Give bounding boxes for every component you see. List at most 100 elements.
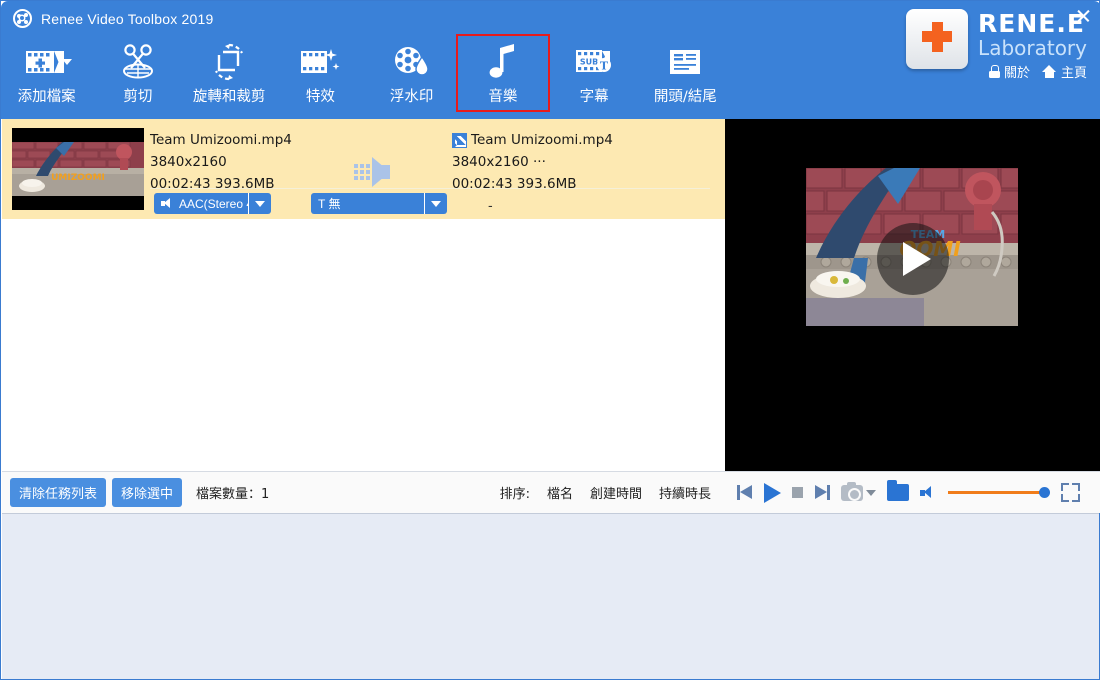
- rotate-crop-icon: [208, 41, 250, 83]
- file-count-label: 檔案數量：: [196, 487, 262, 502]
- clear-task-list-button[interactable]: 清除任務列表: [10, 478, 107, 507]
- subtitle-track-label: T 無: [318, 197, 341, 211]
- watermark-icon: [392, 41, 432, 83]
- table-row[interactable]: UMIZOOMI Team Umizoomi.mp4 3840x2160 00:…: [2, 119, 725, 219]
- play-button[interactable]: [764, 482, 781, 503]
- file-count: 檔案數量：1: [196, 483, 269, 502]
- play-icon: [902, 242, 931, 276]
- chevron-down-icon[interactable]: [62, 59, 73, 65]
- toolbar-label: 旋轉和裁剪: [192, 89, 266, 105]
- subtitle-track-dropdown[interactable]: T 無: [311, 193, 447, 214]
- fullscreen-button[interactable]: [1061, 483, 1080, 502]
- source-duration-size: 00:02:43 393.6MB: [150, 176, 275, 192]
- sort-label: 排序:: [499, 487, 530, 502]
- sort-by-filename[interactable]: 檔名: [547, 483, 573, 502]
- audio-track-label: AAC(Stereo 4: [179, 196, 249, 211]
- toolbar-label: 開頭/結尾: [653, 89, 717, 105]
- lock-icon: [988, 65, 1000, 78]
- effects-icon: [298, 41, 342, 83]
- toolbar-item-rotate-crop[interactable]: 旋轉和裁剪: [184, 35, 275, 111]
- home-icon: [1041, 65, 1057, 78]
- toolbar-label: 浮水印: [389, 89, 434, 105]
- subtitle-icon: SUB T: [573, 41, 615, 83]
- chevron-down-icon[interactable]: [425, 193, 447, 214]
- toolbar-item-subtitle[interactable]: SUB T 字幕: [549, 35, 640, 111]
- toolbar-item-effects[interactable]: 特效: [275, 35, 366, 111]
- task-list: UMIZOOMI Team Umizoomi.mp4 3840x2160 00:…: [2, 119, 725, 471]
- folder-icon: [887, 480, 909, 501]
- stop-icon: [792, 487, 803, 498]
- settings-panel: 將所有檔案合拼為一個 支援GPU加速 CUDA NVENC intel INTE…: [2, 513, 1099, 679]
- toolbar-label: 字幕: [579, 89, 609, 105]
- skip-next-button[interactable]: [814, 485, 830, 500]
- title-bar: Renee Video Toolbox 2019: [13, 9, 213, 28]
- music-note-icon: [486, 41, 520, 83]
- application-window: Renee Video Toolbox 2019 添加檔案 剪切 旋轉和裁剪 特…: [0, 0, 1100, 680]
- keycap-cross-icon: [906, 9, 969, 69]
- toolbar-item-watermark[interactable]: 浮水印: [366, 35, 457, 111]
- svg-text:UMIZOOMI: UMIZOOMI: [51, 173, 105, 183]
- pencil-icon[interactable]: [452, 132, 467, 148]
- toolbar-item-intro-outro[interactable]: 開頭/結尾: [640, 35, 731, 111]
- skip-next-icon: [814, 485, 830, 500]
- list-toolbar: 清除任務列表 移除選中 檔案數量：1 排序: 檔名 創建時間 持續時長: [2, 471, 725, 513]
- about-label: 關於: [1003, 65, 1030, 80]
- stop-button[interactable]: [792, 487, 803, 498]
- convert-arrow-icon: [354, 157, 390, 187]
- header-bar: Renee Video Toolbox 2019 添加檔案 剪切 旋轉和裁剪 特…: [1, 1, 1100, 119]
- chevron-down-icon[interactable]: [866, 489, 876, 496]
- fullscreen-icon: [1061, 483, 1069, 491]
- video-thumbnail: UMIZOOMI: [12, 128, 144, 210]
- film-reel-icon: [13, 9, 32, 28]
- volume-slider[interactable]: [948, 487, 1050, 498]
- toolbar-item-add-file[interactable]: 添加檔案: [1, 35, 92, 111]
- play-overlay-button[interactable]: [877, 223, 949, 295]
- home-link[interactable]: 主頁: [1041, 62, 1087, 81]
- audio-track-dropdown[interactable]: AAC(Stereo 4: [154, 193, 271, 214]
- skip-previous-icon: [737, 485, 753, 500]
- destination-filename: Team Umizoomi.mp4: [471, 132, 613, 148]
- toolbar-item-music[interactable]: 音樂: [456, 34, 550, 112]
- brand-subtitle: Laboratory: [978, 36, 1087, 60]
- destination-subtitle-value: -: [488, 197, 493, 213]
- source-file-info: Team Umizoomi.mp4 3840x2160 00:02:43 393…: [150, 129, 292, 195]
- toolbar-label: 音樂: [488, 89, 518, 105]
- destination-duration-size: 00:02:43 393.6MB: [452, 176, 577, 192]
- svg-text:T: T: [600, 60, 609, 73]
- volume-icon: [920, 486, 937, 499]
- source-filename: Team Umizoomi.mp4: [150, 132, 292, 148]
- camera-icon: [841, 481, 863, 501]
- sort-by-created[interactable]: 創建時間: [590, 483, 642, 502]
- video-preview[interactable]: OOMI TEAM: [725, 119, 1100, 471]
- scissors-icon: [117, 41, 159, 83]
- play-icon: [764, 482, 781, 503]
- snapshot-button[interactable]: [841, 481, 876, 501]
- skip-previous-button[interactable]: [737, 485, 753, 500]
- remove-selected-button[interactable]: 移除選中: [112, 478, 183, 507]
- open-folder-button[interactable]: [887, 480, 909, 501]
- sort-controls: 排序: 檔名 創建時間 持續時長: [500, 483, 711, 502]
- player-controls: [725, 471, 1100, 513]
- toolbar-label: 剪切: [123, 89, 153, 105]
- sort-by-duration[interactable]: 持續時長: [659, 483, 711, 502]
- toolbar-label: 特效: [305, 89, 335, 105]
- file-count-value: 1: [261, 487, 270, 502]
- row-divider: [150, 188, 710, 189]
- toolbar-label: 添加檔案: [17, 89, 76, 105]
- brand-name: RENE.E: [978, 9, 1085, 38]
- toolbar-item-trim[interactable]: 剪切: [92, 35, 183, 111]
- destination-resolution: 3840x2160 ···: [452, 154, 546, 170]
- intro-outro-icon: [667, 41, 703, 83]
- svg-text:SUB: SUB: [580, 58, 598, 67]
- about-link[interactable]: 關於: [988, 62, 1030, 81]
- app-title: Renee Video Toolbox 2019: [41, 10, 214, 27]
- main-toolbar: 添加檔案 剪切 旋轉和裁剪 特效 浮水印 音樂 SUB T 字幕 開頭/結尾: [1, 34, 731, 119]
- brand-logo: RENE.E Laboratory 關於 主頁: [906, 9, 1087, 81]
- source-resolution: 3840x2160: [150, 154, 227, 170]
- home-label: 主頁: [1060, 65, 1087, 80]
- destination-file-info: Team Umizoomi.mp4 3840x2160 ··· 00:02:43…: [452, 129, 613, 195]
- volume-slider-handle[interactable]: [1039, 487, 1050, 498]
- speaker-icon: [161, 198, 174, 209]
- volume-button[interactable]: [920, 486, 937, 499]
- chevron-down-icon[interactable]: [249, 193, 271, 214]
